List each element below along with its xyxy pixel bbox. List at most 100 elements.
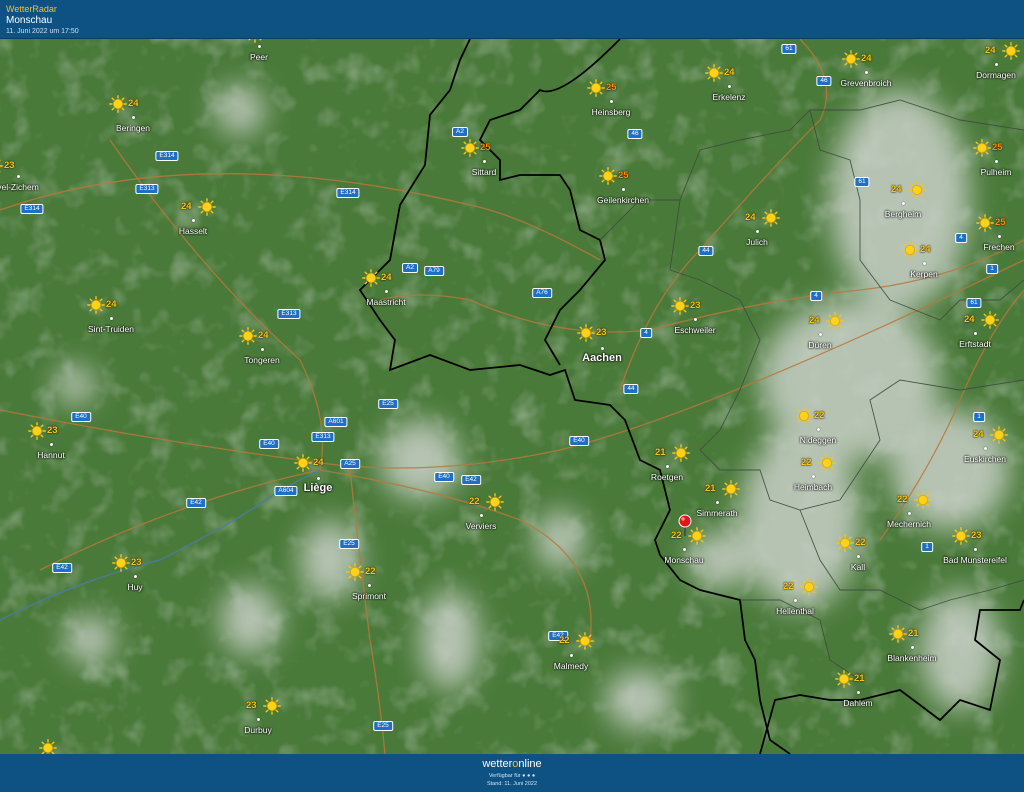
temperature-label: 21	[908, 628, 919, 639]
city-dot	[793, 599, 797, 602]
city-label[interactable]: Dormagen	[976, 70, 1016, 80]
city-dot	[818, 333, 822, 336]
city-label[interactable]: Erftstadt	[959, 339, 991, 349]
temperature-label: 22	[855, 537, 866, 548]
city-label[interactable]: Verviers	[466, 521, 497, 531]
sun-icon	[39, 739, 57, 754]
city-dot	[256, 718, 260, 721]
city-dot	[994, 160, 998, 163]
city-dot	[569, 654, 573, 657]
city-label[interactable]: Liège	[304, 482, 333, 494]
road-shield: E25	[339, 539, 359, 549]
map-canvas	[0, 39, 1024, 754]
header-bar: WetterRadar Monschau 11. Juni 2022 um 17…	[0, 0, 1024, 39]
city-label[interactable]: Nideggen	[800, 435, 836, 445]
city-label[interactable]: Heinsberg	[592, 107, 631, 117]
road-shield: E42	[461, 475, 481, 485]
sun-icon	[461, 139, 479, 157]
sun-icon	[486, 493, 504, 511]
sun-icon	[671, 297, 689, 315]
road-shield: E313	[311, 432, 335, 442]
city-label[interactable]: Dahlem	[843, 698, 872, 708]
city-label[interactable]: Hellenthal	[776, 606, 814, 616]
city-dot	[755, 230, 759, 233]
city-dot	[131, 116, 135, 119]
road-shield: E25	[378, 399, 398, 409]
city-label[interactable]: Hannut	[37, 450, 64, 460]
city-dot	[727, 85, 731, 88]
city-label[interactable]: vel-Zichem	[0, 182, 39, 192]
logo-part-c: nline	[518, 758, 542, 770]
city-dot	[479, 514, 483, 517]
city-label[interactable]: Euskirchen	[964, 454, 1006, 464]
city-label[interactable]: Beringen	[116, 123, 150, 133]
temperature-label: 24	[920, 244, 931, 255]
city-label[interactable]: Kall	[851, 562, 865, 572]
sun-icon	[246, 39, 264, 43]
temperature-label: 22	[559, 635, 570, 646]
city-label[interactable]: Mechernich	[887, 519, 931, 529]
city-label[interactable]: Simmerath	[696, 508, 737, 518]
city-label[interactable]: Roetgen	[651, 472, 683, 482]
city-dot	[133, 575, 137, 578]
city-label[interactable]: Frechen	[983, 242, 1014, 252]
city-dot	[609, 100, 613, 103]
city-label[interactable]: Bergheim	[885, 209, 921, 219]
temperature-label: 24	[964, 314, 975, 325]
sun-icon	[239, 327, 257, 345]
road-shield: E25	[373, 721, 393, 731]
sun-icon	[976, 214, 994, 232]
road-shield: A25	[340, 459, 360, 469]
city-dot	[997, 235, 1001, 238]
sun-icon	[0, 157, 3, 175]
city-dot	[907, 512, 911, 515]
city-label[interactable]: Düren	[808, 340, 831, 350]
city-label[interactable]: Heimbach	[794, 482, 832, 492]
city-label[interactable]: Malmedy	[554, 661, 588, 671]
sun-icon	[576, 632, 594, 650]
road-shield: 46	[627, 129, 643, 139]
temperature-label: 22	[814, 410, 825, 421]
temperature-label: 22	[897, 494, 908, 505]
sun-icon	[722, 480, 740, 498]
city-label[interactable]: Sint-Truiden	[88, 324, 134, 334]
city-label[interactable]: Sprimont	[352, 591, 386, 601]
brand-title: WetterRadar	[6, 4, 57, 14]
city-label[interactable]: Tongeren	[244, 355, 279, 365]
city-dot	[856, 555, 860, 558]
city-label[interactable]: Eschweiler	[674, 325, 715, 335]
temperature-label: 25	[606, 82, 617, 93]
temperature-label: 23	[47, 425, 58, 436]
temperature-label: 21	[854, 673, 865, 684]
radar-map[interactable]: 61 46 A2 46 E314 E313 E314 E314 61 44 4 1 A2 A79 A76 4 6…	[0, 39, 1024, 754]
sun-icon	[198, 198, 216, 216]
city-label[interactable]: Geilenkirchen	[597, 195, 649, 205]
sun-icon	[818, 454, 836, 472]
city-label[interactable]: Erkelenz	[712, 92, 745, 102]
city-label[interactable]: Huy	[127, 582, 142, 592]
city-label[interactable]: Grevenbroich	[840, 78, 891, 88]
wetteronline-logo[interactable]: wetteronline	[0, 758, 1024, 770]
city-label[interactable]: Julich	[746, 237, 768, 247]
temperature-label: 22	[365, 566, 376, 577]
city-label[interactable]: Sittard	[472, 167, 497, 177]
location-pin-icon[interactable]	[678, 514, 692, 536]
city-label[interactable]: Durbuy	[244, 725, 271, 735]
city-label[interactable]: Peer	[250, 52, 268, 62]
city-label[interactable]: Kerpen	[910, 269, 937, 279]
city-label[interactable]: Pulheim	[981, 167, 1012, 177]
city-dot	[482, 160, 486, 163]
temperature-label: 25	[992, 142, 1003, 153]
city-dot	[600, 347, 604, 350]
city-dot	[994, 63, 998, 66]
road-shield: E314	[20, 204, 44, 214]
city-label[interactable]: Blankenheim	[887, 653, 936, 663]
city-label[interactable]: Maastricht	[366, 297, 405, 307]
temperature-label: 24	[181, 201, 192, 212]
city-dot	[109, 317, 113, 320]
city-label[interactable]: Aachen	[582, 352, 622, 364]
city-label[interactable]: Monschau	[664, 555, 703, 565]
sun-icon	[973, 139, 991, 157]
city-label[interactable]: Hasselt	[179, 226, 207, 236]
city-label[interactable]: Bad Munstereifel	[943, 555, 1007, 565]
